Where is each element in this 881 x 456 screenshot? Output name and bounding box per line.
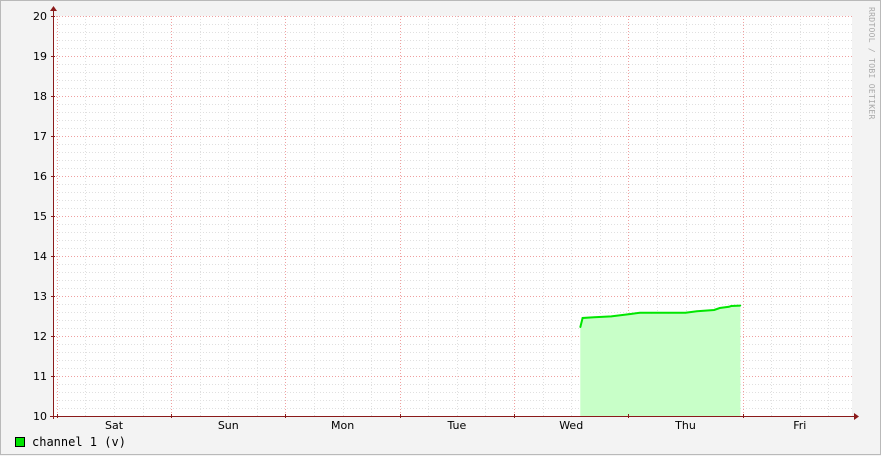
data-point xyxy=(684,312,687,314)
data-point xyxy=(730,305,732,307)
data-point xyxy=(667,312,670,314)
y-tick-label: 20 xyxy=(33,10,47,23)
series-area xyxy=(580,305,741,416)
y-tick-label: 19 xyxy=(33,50,47,63)
legend: channel 1 (v) xyxy=(15,435,126,449)
x-tick-label: Sun xyxy=(218,419,239,432)
legend-swatch xyxy=(15,437,25,447)
y-tick-label: 18 xyxy=(33,90,47,103)
data-point xyxy=(696,310,698,313)
y-tick-label: 11 xyxy=(33,370,47,383)
data-point xyxy=(579,326,582,329)
data-point xyxy=(639,312,641,314)
data-point xyxy=(719,307,721,309)
legend-label: channel 1 (v) xyxy=(32,435,126,449)
x-tick-label: Fri xyxy=(793,419,806,432)
data-point xyxy=(728,306,730,308)
y-axis-arrow xyxy=(50,6,57,11)
y-tick-label: 17 xyxy=(33,130,47,143)
data-point xyxy=(629,313,632,315)
x-tick-label: Mon xyxy=(331,419,354,432)
data-point xyxy=(610,315,612,318)
x-tick-label: Thu xyxy=(674,419,696,432)
data-point xyxy=(713,309,715,311)
y-tick-label: 12 xyxy=(33,330,47,343)
chart-plot: 10 11 12 13 14 15 16 17 18 19 20 Sat Sun Mon Tue Wed Thu… xyxy=(33,6,859,432)
watermark-label: RRDTOOL / TOBI OETIKER xyxy=(867,7,876,120)
chart-frame: 10 11 12 13 14 15 16 17 18 19 20 Sat Sun Mon Tue Wed Thu… xyxy=(0,0,881,455)
data-point xyxy=(581,317,584,319)
y-tick-label: 16 xyxy=(33,170,47,183)
data-point xyxy=(650,312,652,314)
x-tick-label: Wed xyxy=(559,419,583,432)
x-tick-label: Tue xyxy=(447,419,467,432)
series-layer xyxy=(579,304,742,416)
y-tick-label: 14 xyxy=(33,250,47,263)
data-point xyxy=(593,316,595,319)
y-tick-label: 13 xyxy=(33,290,47,303)
x-axis-arrow xyxy=(854,413,859,420)
y-tick-label: 15 xyxy=(33,210,47,223)
x-tick-label: Sat xyxy=(105,419,124,432)
y-tick-label: 10 xyxy=(33,410,47,423)
data-point xyxy=(739,304,742,307)
